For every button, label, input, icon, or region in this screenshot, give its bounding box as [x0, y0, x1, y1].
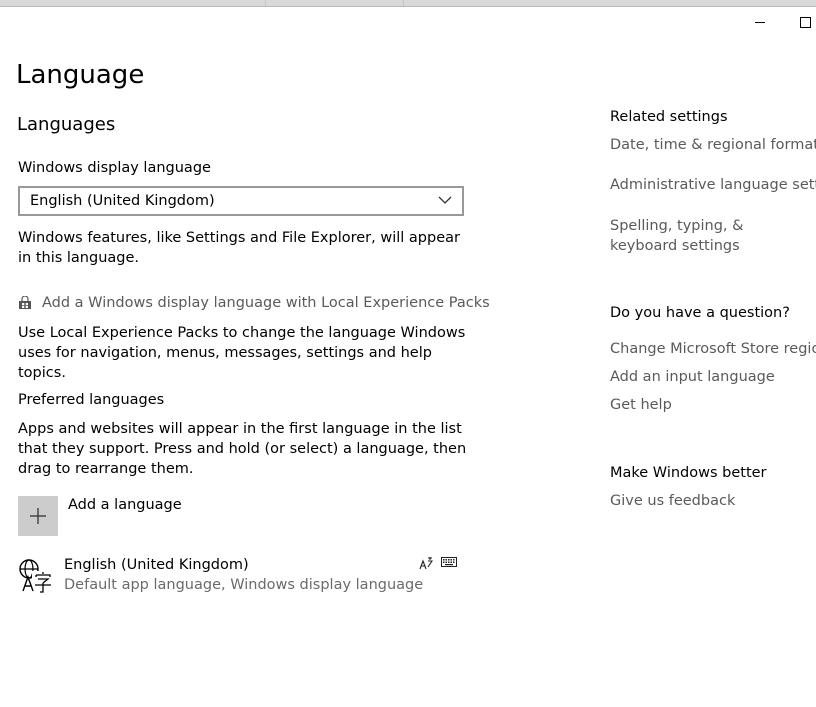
minimize-button[interactable] — [743, 10, 777, 34]
administrative-language-link[interactable]: Administrative language settings — [610, 177, 816, 193]
add-language-label: Add a language — [68, 497, 182, 513]
add-language-button[interactable]: Add a language — [18, 496, 182, 536]
top-border — [0, 0, 816, 7]
local-experience-description: Use Local Experience Packs to change the… — [18, 325, 466, 381]
spelling-typing-keyboard-link[interactable]: Spelling, typing, & keyboard settings — [610, 216, 810, 256]
minimize-icon — [755, 21, 765, 23]
keyboard-icon — [441, 557, 457, 567]
display-language-value: English (United Kingdom) — [30, 193, 215, 209]
add-language-plus-box — [18, 496, 58, 536]
add-input-language-link[interactable]: Add an input language — [610, 369, 775, 385]
language-name: English (United Kingdom) — [64, 557, 249, 573]
local-experience-packs-label: Add a Windows display language with Loca… — [42, 295, 490, 311]
preferred-languages-label: Preferred languages — [18, 392, 165, 408]
give-feedback-link[interactable]: Give us feedback — [610, 493, 735, 509]
change-store-region-link[interactable]: Change Microsoft Store region — [610, 341, 816, 357]
display-language-label: Windows display language — [18, 160, 211, 176]
language-list-item[interactable]: English (United Kingdom) Default app lan… — [18, 556, 463, 600]
plus-icon — [30, 508, 46, 524]
section-title: Languages — [17, 114, 116, 135]
related-settings-heading: Related settings — [610, 109, 728, 125]
page-title: Language — [16, 60, 145, 90]
make-windows-better-heading: Make Windows better — [610, 465, 767, 481]
language-subtitle: Default app language, Windows display la… — [64, 577, 424, 593]
language-feature-icons — [419, 556, 457, 570]
question-heading: Do you have a question? — [610, 305, 790, 321]
text-to-speech-icon — [419, 557, 433, 570]
top-border-divider — [403, 0, 404, 6]
maximize-button[interactable] — [788, 10, 816, 34]
get-help-link[interactable]: Get help — [610, 397, 672, 413]
local-experience-packs-link[interactable]: Add a Windows display language with Loca… — [18, 295, 490, 311]
display-language-description: Windows features, like Settings and File… — [18, 230, 460, 266]
chevron-down-icon — [438, 196, 452, 204]
display-language-dropdown[interactable]: English (United Kingdom) — [18, 186, 464, 216]
top-border-divider — [265, 0, 266, 6]
maximize-icon — [799, 16, 811, 28]
preferred-languages-description: Apps and websites will appear in the fir… — [18, 421, 467, 477]
date-time-regional-link[interactable]: Date, time & regional formatting — [610, 137, 816, 153]
store-icon — [19, 296, 31, 309]
language-icon — [19, 559, 52, 593]
